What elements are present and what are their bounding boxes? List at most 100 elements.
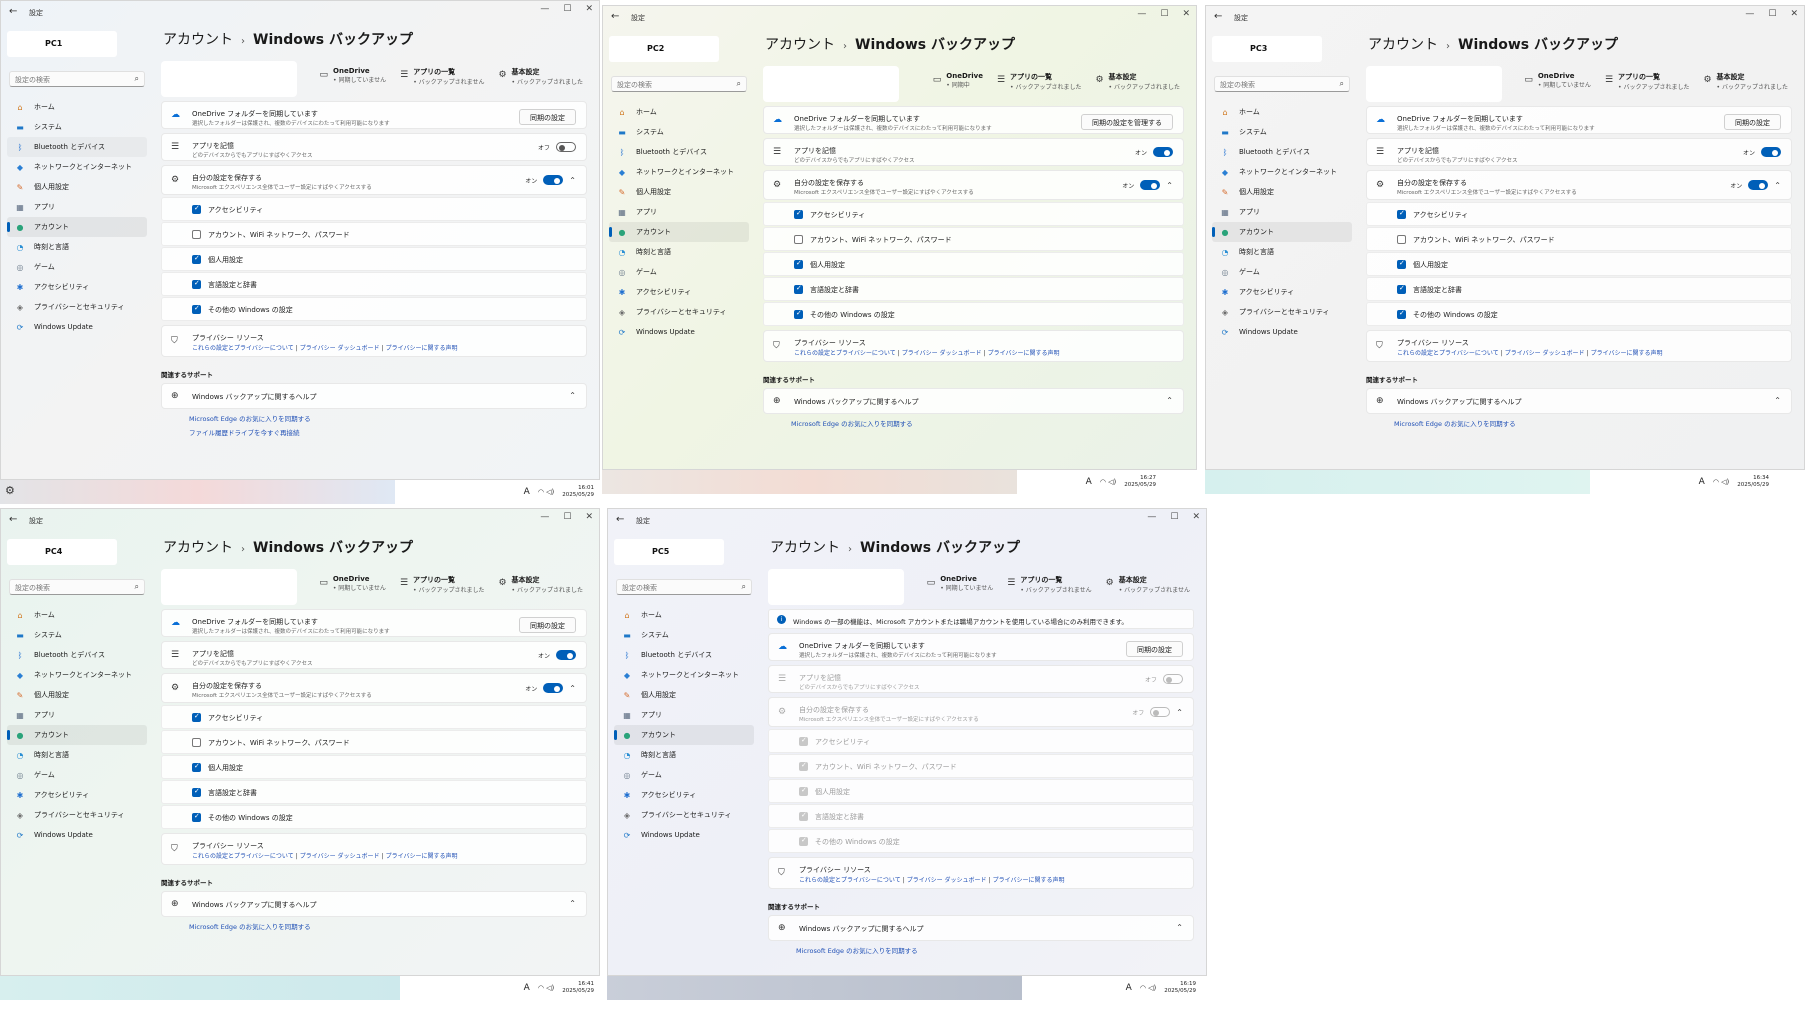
sidebar-item-personalization[interactable]: ✎ 個人用設定 <box>614 685 754 705</box>
sidebar-item-gaming[interactable]: ◎ ゲーム <box>1212 262 1352 282</box>
network-volume-icon[interactable]: ◠ ◁) <box>538 488 554 496</box>
minimize-icon[interactable]: — <box>1745 9 1754 19</box>
account-card[interactable]: PC1 <box>7 31 117 57</box>
remember-apps-toggle[interactable] <box>556 142 576 152</box>
maximize-icon[interactable]: ☐ <box>1170 512 1178 522</box>
search-icon[interactable]: ⌕ <box>742 582 746 592</box>
ime-indicator-icon[interactable]: A <box>1126 983 1132 993</box>
ime-indicator-icon[interactable]: A <box>1699 477 1705 487</box>
sidebar-item-gaming[interactable]: ◎ ゲーム <box>7 765 147 785</box>
remember-apps-toggle[interactable] <box>1163 674 1183 684</box>
chevron-up-icon[interactable]: ⌃ <box>569 176 576 185</box>
clock[interactable]: 16:01 2025/05/29 <box>562 485 594 499</box>
sidebar-item-accounts[interactable]: ● アカウント <box>7 217 147 237</box>
back-arrow-icon[interactable]: ← <box>9 514 17 525</box>
sidebar-item-system[interactable]: ▬ システム <box>7 117 147 137</box>
sidebar-item-bluetooth[interactable]: ᛒ Bluetooth とデバイス <box>609 142 749 162</box>
sync-settings-button[interactable]: 同期の設定 <box>519 109 576 125</box>
checkbox[interactable] <box>192 304 201 314</box>
sidebar-item-gaming[interactable]: ◎ ゲーム <box>614 765 754 785</box>
search-icon[interactable]: ⌕ <box>135 582 139 592</box>
checkbox[interactable] <box>192 254 201 264</box>
save-preferences-toggle[interactable] <box>1140 180 1161 190</box>
chevron-up-icon[interactable]: ⌃ <box>569 899 576 908</box>
minimize-icon[interactable]: — <box>540 512 549 522</box>
chevron-up-icon[interactable]: ⌃ <box>1176 923 1183 932</box>
sidebar-item-system[interactable]: ▬ システム <box>7 625 147 645</box>
sidebar-item-bluetooth[interactable]: ᛒ Bluetooth とデバイス <box>7 137 147 157</box>
sidebar-item-personalization[interactable]: ✎ 個人用設定 <box>1212 182 1352 202</box>
breadcrumb-parent[interactable]: アカウント <box>1368 37 1438 53</box>
breadcrumb-parent[interactable]: アカウント <box>163 540 233 556</box>
network-volume-icon[interactable]: ◠ ◁) <box>1100 478 1116 486</box>
save-preferences-toggle[interactable] <box>543 683 564 693</box>
checkbox[interactable] <box>1397 259 1406 269</box>
search-input[interactable]: 設定の検索 ⌕ <box>9 71 145 87</box>
privacy-link[interactable]: これらの設定とプライバシーについて <box>794 350 896 357</box>
ime-indicator-icon[interactable]: A <box>524 487 530 497</box>
checkbox[interactable] <box>192 762 201 772</box>
save-preferences-toggle[interactable] <box>1748 180 1769 190</box>
remember-apps-toggle[interactable] <box>1153 147 1173 157</box>
search-input[interactable]: 設定の検索 ⌕ <box>611 76 747 92</box>
privacy-link[interactable]: プライバシーに関する声明 <box>988 350 1060 357</box>
sidebar-item-gaming[interactable]: ◎ ゲーム <box>7 257 147 277</box>
chevron-up-icon[interactable]: ⌃ <box>1774 181 1781 190</box>
sidebar-item-gaming[interactable]: ◎ ゲーム <box>609 262 749 282</box>
file-history-link[interactable]: ファイル履歴ドライブを今すぐ再接続 <box>189 427 300 437</box>
privacy-link[interactable]: プライバシー ダッシュボード <box>902 350 982 357</box>
sidebar-item-privacy[interactable]: ◈ プライバシーとセキュリティ <box>1212 302 1352 322</box>
breadcrumb-parent[interactable]: アカウント <box>765 37 835 53</box>
checkbox[interactable] <box>1397 209 1406 219</box>
close-icon[interactable]: ✕ <box>1790 9 1798 19</box>
checkbox[interactable] <box>192 787 201 797</box>
chevron-up-icon[interactable]: ⌃ <box>1166 181 1173 190</box>
privacy-link[interactable]: これらの設定とプライバシーについて <box>799 877 901 884</box>
clock[interactable]: 16:27 2025/05/29 <box>1124 475 1156 489</box>
privacy-link[interactable]: これらの設定とプライバシーについて <box>192 345 294 352</box>
checkbox[interactable] <box>799 736 808 746</box>
sidebar-item-bluetooth[interactable]: ᛒ Bluetooth とデバイス <box>1212 142 1352 162</box>
close-icon[interactable]: ✕ <box>585 4 593 14</box>
clock[interactable]: 16:34 2025/05/29 <box>1737 475 1769 489</box>
checkbox[interactable] <box>794 235 803 244</box>
privacy-link[interactable]: プライバシー ダッシュボード <box>907 877 987 884</box>
ime-indicator-icon[interactable]: A <box>524 983 530 993</box>
sidebar-item-accounts[interactable]: ● アカウント <box>609 222 749 242</box>
save-preferences-toggle[interactable] <box>1150 707 1171 717</box>
minimize-icon[interactable]: — <box>1137 9 1146 19</box>
privacy-link[interactable]: プライバシーに関する声明 <box>1591 350 1663 357</box>
sidebar-item-apps[interactable]: ▦ アプリ <box>7 705 147 725</box>
minimize-icon[interactable]: — <box>540 4 549 14</box>
checkbox[interactable] <box>794 284 803 294</box>
privacy-link[interactable]: プライバシー ダッシュボード <box>300 345 380 352</box>
close-icon[interactable]: ✕ <box>1192 512 1200 522</box>
checkbox[interactable] <box>192 204 201 214</box>
checkbox[interactable] <box>794 259 803 269</box>
sync-settings-button[interactable]: 同期の設定 <box>519 617 576 633</box>
checkbox[interactable] <box>799 761 808 771</box>
sidebar-item-system[interactable]: ▬ システム <box>614 625 754 645</box>
save-preferences-toggle[interactable] <box>543 175 564 185</box>
sidebar-item-accessibility[interactable]: ✱ アクセシビリティ <box>614 785 754 805</box>
checkbox[interactable] <box>799 786 808 796</box>
sync-settings-button[interactable]: 同期の設定 <box>1126 641 1183 657</box>
maximize-icon[interactable]: ☐ <box>563 4 571 14</box>
privacy-link[interactable]: プライバシーに関する声明 <box>993 877 1065 884</box>
sync-settings-button[interactable]: 同期の設定 <box>1724 114 1781 130</box>
sidebar-item-personalization[interactable]: ✎ 個人用設定 <box>7 685 147 705</box>
sidebar-item-home[interactable]: ⌂ ホーム <box>614 605 754 625</box>
sidebar-item-accessibility[interactable]: ✱ アクセシビリティ <box>7 785 147 805</box>
sidebar-item-apps[interactable]: ▦ アプリ <box>614 705 754 725</box>
checkbox[interactable] <box>192 738 201 747</box>
network-volume-icon[interactable]: ◠ ◁) <box>538 984 554 992</box>
sidebar-item-home[interactable]: ⌂ ホーム <box>7 605 147 625</box>
search-input[interactable]: 設定の検索 ⌕ <box>616 579 752 595</box>
remember-apps-toggle[interactable] <box>1761 147 1781 157</box>
search-input[interactable]: 設定の検索 ⌕ <box>9 579 145 595</box>
sidebar-item-windows-update[interactable]: ⟳ Windows Update <box>609 322 749 342</box>
chevron-up-icon[interactable]: ⌃ <box>1774 396 1781 405</box>
chevron-up-icon[interactable]: ⌃ <box>569 391 576 400</box>
edge-favorites-link[interactable]: Microsoft Edge のお気に入りを同期する <box>189 921 311 931</box>
sidebar-item-personalization[interactable]: ✎ 個人用設定 <box>609 182 749 202</box>
